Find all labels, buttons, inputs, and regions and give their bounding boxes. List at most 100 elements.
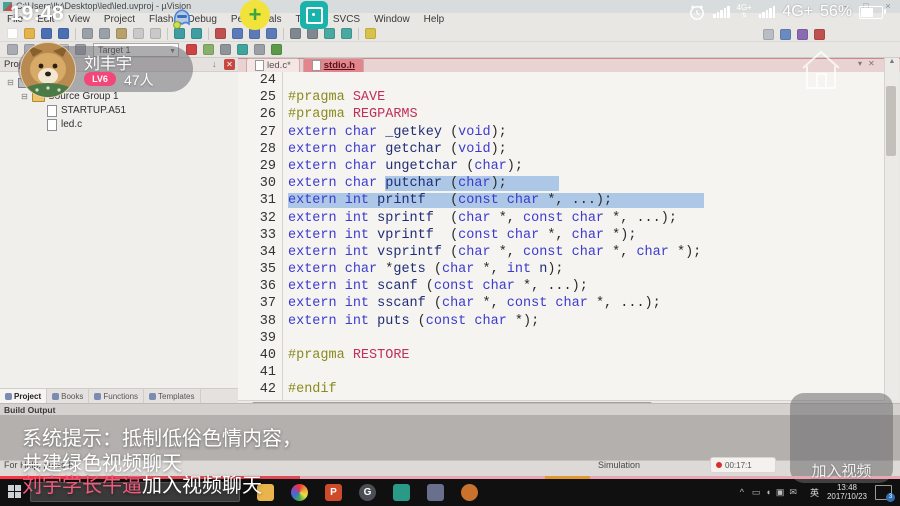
- tray-icon[interactable]: ▭: [752, 487, 761, 497]
- vertical-scroll-thumb[interactable]: [886, 86, 896, 156]
- menu-view[interactable]: View: [61, 13, 97, 26]
- code-line-41[interactable]: 41: [238, 364, 884, 381]
- screenshot-icon[interactable]: [300, 1, 328, 29]
- g-app-icon[interactable]: G: [359, 484, 376, 501]
- code-line-29[interactable]: 29extern char ungetchar (char);: [238, 158, 884, 175]
- phone-status-icons: 4G+⇅ 4G+ 56%: [688, 3, 883, 21]
- editor-tab-stdio-h[interactable]: stdio.h: [303, 58, 364, 72]
- code-line-25[interactable]: 25#pragma SAVE: [238, 89, 884, 106]
- code-text: extern int vprintf (const char *, char *…: [288, 227, 636, 244]
- code-line-31[interactable]: 31extern int printf (const char *, ...);: [238, 192, 884, 209]
- editor-tab-led-c-[interactable]: led.c*: [246, 58, 300, 72]
- code-line-40[interactable]: 40#pragma RESTORE: [238, 347, 884, 364]
- indent-right-icon[interactable]: [307, 28, 318, 39]
- input-language-indicator[interactable]: 英: [810, 486, 819, 499]
- line-number: 31: [238, 192, 276, 209]
- slate-app-icon[interactable]: [427, 484, 444, 501]
- code-line-33[interactable]: 33extern int vprintf (const char *, char…: [238, 227, 884, 244]
- expand-icon[interactable]: ⊟: [20, 90, 29, 104]
- save-icon[interactable]: [41, 28, 52, 39]
- tray-icon[interactable]: ▣: [776, 487, 785, 497]
- manage-components-icon[interactable]: [254, 44, 265, 55]
- indent-left-icon[interactable]: [290, 28, 301, 39]
- code-line-27[interactable]: 27extern char _getkey (void);: [238, 124, 884, 141]
- panel-tab-icon: [94, 393, 101, 400]
- code-line-37[interactable]: 37extern int sscanf (char *, const char …: [238, 295, 884, 312]
- help-icon[interactable]: [814, 29, 825, 40]
- configure-flash-icon[interactable]: [220, 44, 231, 55]
- comment-icon[interactable]: [324, 28, 335, 39]
- code-text: extern char putchar (char);: [288, 175, 559, 192]
- save-all-icon[interactable]: [58, 28, 69, 39]
- bookmark-prev-icon[interactable]: [232, 28, 243, 39]
- add-capture-icon[interactable]: +: [240, 0, 270, 30]
- tray-icon[interactable]: ◖: [765, 487, 770, 497]
- cut-icon[interactable]: [82, 28, 93, 39]
- code-line-35[interactable]: 35extern char *gets (char *, int n);: [238, 261, 884, 278]
- expand-icon[interactable]: ⊟: [6, 76, 15, 90]
- tree-item-startup-a51[interactable]: STARTUP.A51: [0, 104, 238, 118]
- panel-tab-project[interactable]: Project: [0, 389, 47, 403]
- debug-windows-icon[interactable]: [763, 29, 774, 40]
- code-line-30[interactable]: 30extern char putchar (char);: [238, 175, 884, 192]
- assistant-ghost-icon[interactable]: [168, 2, 196, 35]
- code-line-26[interactable]: 26#pragma REGPARMS: [238, 106, 884, 123]
- scroll-up-icon[interactable]: ▲: [885, 58, 899, 65]
- code-line-36[interactable]: 36extern int scanf (const char *, ...);: [238, 278, 884, 295]
- find-icon[interactable]: [365, 28, 376, 39]
- menu-project[interactable]: Project: [97, 13, 142, 26]
- home-icon[interactable]: [798, 46, 844, 99]
- code-line-24[interactable]: 24: [238, 72, 884, 89]
- code-editor[interactable]: 2425#pragma SAVE26#pragma REGPARMS27exte…: [238, 72, 884, 400]
- join-video-button[interactable]: 加入视频: [790, 460, 893, 481]
- taskbar-clock[interactable]: 13:48 2017/10/23: [827, 483, 867, 501]
- tray-icon[interactable]: ✉: [789, 487, 797, 497]
- panel-close-icon[interactable]: ✕: [224, 59, 235, 70]
- build-output-header: Build Output: [0, 403, 900, 415]
- code-line-38[interactable]: 38extern int puts (const char *);: [238, 313, 884, 330]
- photos-pinwheel-icon[interactable]: [291, 484, 308, 501]
- paste-icon[interactable]: [116, 28, 127, 39]
- watch-window-icon[interactable]: [780, 29, 791, 40]
- code-text: extern int sscanf (char *, const char *,…: [288, 295, 661, 312]
- browser-app-icon[interactable]: [461, 484, 478, 501]
- code-line-34[interactable]: 34extern int vsprintf (char *, const cha…: [238, 244, 884, 261]
- panel-tab-functions[interactable]: Functions: [89, 389, 144, 403]
- open-folder-icon[interactable]: [24, 28, 35, 39]
- menu-svcs[interactable]: SVCS: [326, 13, 367, 26]
- tray-expand-icon[interactable]: ^: [740, 487, 744, 497]
- start-button[interactable]: [8, 485, 22, 499]
- action-center-icon[interactable]: 3: [875, 485, 892, 500]
- panel-tab-books[interactable]: Books: [47, 389, 89, 403]
- bookmark-icon[interactable]: [215, 28, 226, 39]
- copy-icon[interactable]: [99, 28, 110, 39]
- code-line-28[interactable]: 28extern char getchar (void);: [238, 141, 884, 158]
- line-number: 32: [238, 210, 276, 227]
- memory-window-icon[interactable]: [797, 29, 808, 40]
- alarm-clock-icon: [688, 3, 706, 21]
- menu-help[interactable]: Help: [417, 13, 452, 26]
- code-line-32[interactable]: 32extern int sprintf (char *, const char…: [238, 210, 884, 227]
- new-file-icon[interactable]: [7, 28, 18, 39]
- translate-icon[interactable]: [7, 44, 18, 55]
- teal-app-icon[interactable]: [393, 484, 410, 501]
- pack-installer-icon[interactable]: [271, 44, 282, 55]
- code-line-42[interactable]: 42#endif: [238, 381, 884, 398]
- target-options-icon[interactable]: [237, 44, 248, 55]
- bookmark-clear-icon[interactable]: [266, 28, 277, 39]
- code-text: #pragma RESTORE: [288, 347, 410, 364]
- powerpoint-icon[interactable]: P: [325, 484, 342, 501]
- streamer-avatar[interactable]: [20, 42, 76, 98]
- tree-item-led-c[interactable]: led.c: [0, 118, 238, 132]
- editor-pane-controls[interactable]: ▾✕: [858, 59, 881, 68]
- phone-clock: 19:48: [10, 2, 64, 26]
- menu-window[interactable]: Window: [367, 13, 417, 26]
- panel-tab-templates[interactable]: Templates: [144, 389, 200, 403]
- pin-icon[interactable]: ↓: [212, 59, 217, 69]
- redo-icon[interactable]: [150, 28, 161, 39]
- uncomment-icon[interactable]: [341, 28, 352, 39]
- options-icon[interactable]: [203, 44, 214, 55]
- tray-status-icons: ▭ ◖ ▣ ✉: [752, 487, 802, 498]
- undo-icon[interactable]: [133, 28, 144, 39]
- code-line-39[interactable]: 39: [238, 330, 884, 347]
